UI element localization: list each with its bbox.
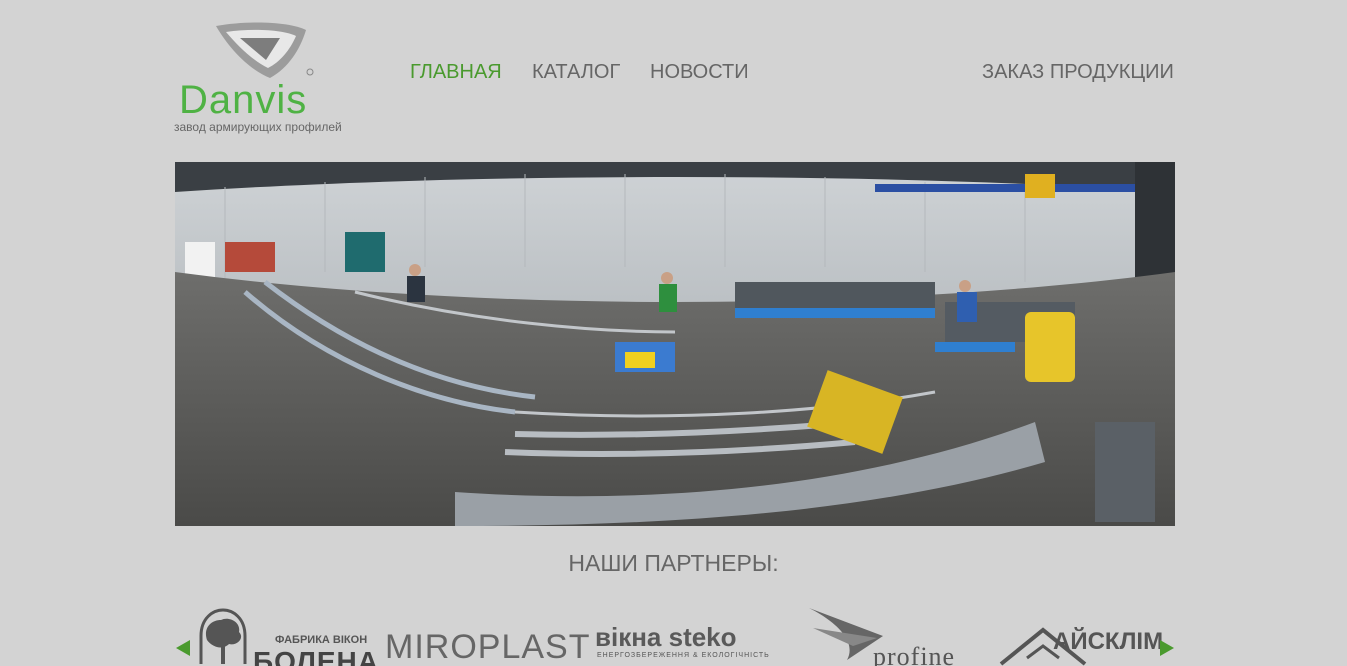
partner-steko-name: вікна steko [595, 622, 737, 652]
danvis-logo-icon [216, 22, 314, 78]
next-arrow-icon[interactable] [1160, 640, 1174, 656]
nav-order[interactable]: ЗАКАЗ ПРОДУКЦИИ [982, 61, 1174, 84]
nav-home[interactable]: ГЛАВНАЯ [410, 61, 502, 84]
partner-logo-aysklim[interactable]: АЙСКЛІМ [997, 624, 1175, 666]
partner-steko-sub: ЕНЕРГОЗБЕРЕЖЕННЯ & ЕКОЛОГІЧНІСТЬ [597, 652, 770, 659]
partner-logo-steko[interactable]: вікна steko ЕНЕРГОЗБЕРЕЖЕННЯ & ЕКОЛОГІЧН… [593, 620, 798, 666]
partners-title: НАШИ ПАРТНЕРЫ: [568, 550, 779, 576]
partner-bolena-line1: ФАБРИКА ВІКОН [275, 634, 368, 646]
partner-profine-name: profine [873, 642, 956, 666]
partner-aysklim-name: АЙСКЛІМ [1053, 628, 1164, 655]
partner-logo-miroplast[interactable]: MIROPLAST [385, 628, 590, 666]
site-logo[interactable]: Danvis завод армирующих профилей [174, 18, 354, 138]
brand-name: Danvis [179, 78, 308, 122]
tree-icon [199, 608, 247, 664]
partner-logo-bolena[interactable]: ФАБРИКА ВІКОН БОЛЕНА [193, 606, 378, 666]
factory-panorama-image [175, 162, 1175, 526]
brand-tagline: завод армирующих профилей [174, 120, 342, 134]
nav-news[interactable]: НОВОСТИ [650, 61, 749, 84]
partners-carousel: ФАБРИКА ВІКОН БОЛЕНА MIROPLAST вікна ste… [175, 600, 1175, 666]
nav-catalog[interactable]: КАТАЛОГ [532, 61, 620, 84]
partner-logo-profine[interactable]: profine [807, 606, 987, 666]
partner-bolena-line2: БОЛЕНА [253, 646, 379, 666]
